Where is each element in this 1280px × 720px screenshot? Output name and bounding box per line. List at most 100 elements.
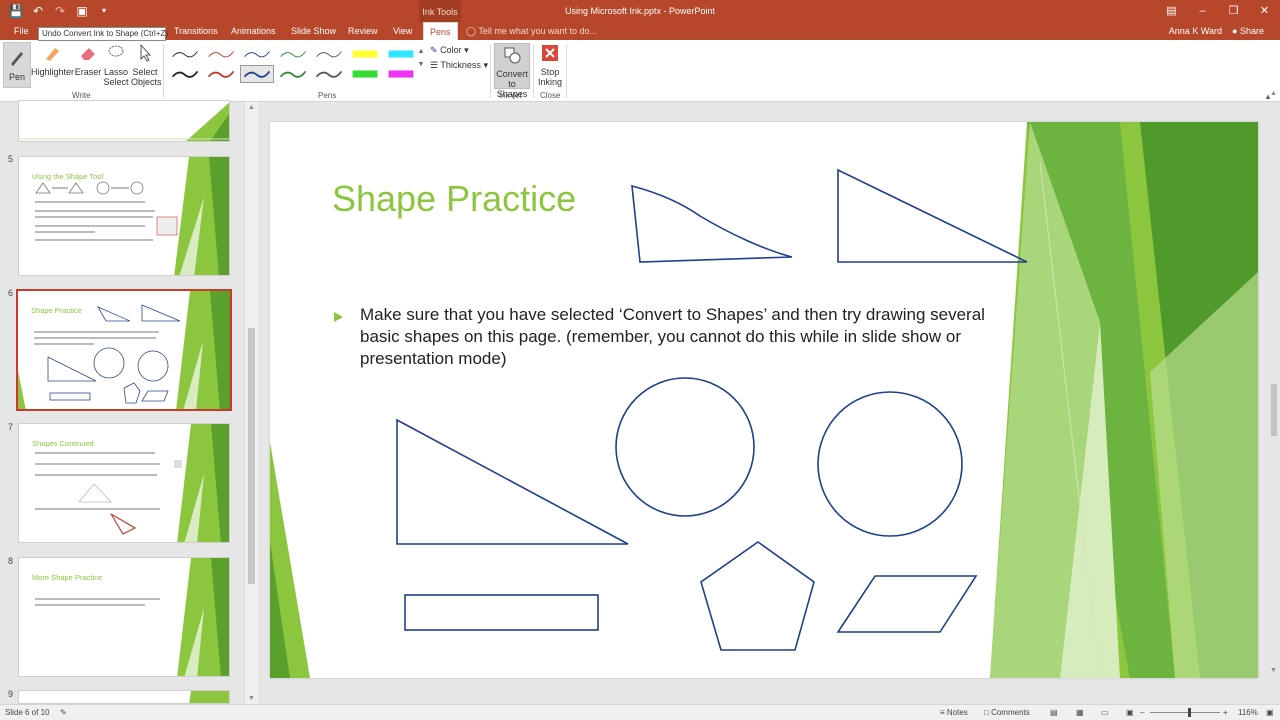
slide-show-icon[interactable]: ▣ xyxy=(1126,705,1134,720)
pen-swatch-green-thin[interactable] xyxy=(276,45,310,63)
customize-qat-icon[interactable]: ▾ xyxy=(96,3,112,19)
highlighter-swatch-green[interactable] xyxy=(348,65,382,83)
slide-thumbnail-8[interactable]: More Shape Practice xyxy=(18,557,230,677)
slide-thumbnail-9[interactable] xyxy=(18,690,230,704)
pen-gallery-scroll[interactable]: ▲ ▼ xyxy=(416,45,426,85)
pen-swatch-black-thick[interactable] xyxy=(168,65,202,83)
separator xyxy=(533,44,534,98)
spell-check-icon[interactable]: ✎ xyxy=(60,705,67,720)
highlighter-swatch-magenta[interactable] xyxy=(384,65,418,83)
tab-view[interactable]: View xyxy=(387,22,418,40)
ribbon-tabs: File Transitions Animations Slide Show R… xyxy=(0,22,1280,40)
text-line xyxy=(35,231,95,233)
stop-inking-label: Stop Inking xyxy=(537,67,563,87)
normal-view-icon[interactable]: ▤ xyxy=(1050,705,1058,720)
share-button[interactable]: ● Share xyxy=(1232,22,1264,40)
slide-thumbnail-graphic xyxy=(189,691,229,703)
save-icon[interactable]: 💾 xyxy=(8,3,24,19)
select-objects-button[interactable]: Select Objects xyxy=(131,43,162,87)
close-icon[interactable]: ✕ xyxy=(1249,0,1280,22)
stop-inking-button[interactable]: Stop Inking xyxy=(536,43,564,87)
slide-title[interactable]: Shape Practice xyxy=(332,178,576,220)
slide-bullet-text[interactable]: Make sure that you have selected ‘Conver… xyxy=(360,304,1010,370)
undo-icon[interactable]: ↶ xyxy=(30,3,46,19)
pen-button[interactable]: Pen xyxy=(3,42,31,88)
start-from-beginning-icon[interactable]: ▣ xyxy=(74,3,90,19)
zoom-out-icon[interactable]: – xyxy=(1140,705,1144,720)
lightbulb-icon: ◯ xyxy=(466,26,477,36)
pen-swatch-blue-thick-selected[interactable] xyxy=(240,65,274,83)
write-group-label: Write xyxy=(72,91,91,100)
pen-swatch-gray-thin[interactable] xyxy=(312,45,346,63)
ink-art-group-label: Ink Art xyxy=(499,91,522,100)
slide-thumbnail-6-selected[interactable]: Shape Practice xyxy=(16,289,232,411)
pen-swatch-gray-thick[interactable] xyxy=(312,65,346,83)
lasso-select-button[interactable]: Lasso Select xyxy=(102,43,130,87)
reading-view-icon[interactable]: ▭ xyxy=(1101,705,1109,720)
tab-transitions[interactable]: Transitions xyxy=(168,22,224,40)
slide-thumbnail-title: More Shape Practice xyxy=(32,573,103,582)
color-label: Color xyxy=(440,45,462,55)
pen-swatch-red-thick[interactable] xyxy=(204,65,238,83)
slide-counter[interactable]: Slide 6 of 10 xyxy=(5,705,49,720)
pen-swatch-black-thin[interactable] xyxy=(168,45,202,63)
scrollbar-thumb[interactable] xyxy=(248,328,255,584)
slide-number: 6 xyxy=(8,288,14,298)
slide-canvas[interactable]: Shape Practice Make sure that you have s… xyxy=(270,122,1258,678)
pen-swatch-green-thick[interactable] xyxy=(276,65,310,83)
scroll-down-icon[interactable]: ▼ xyxy=(248,695,255,702)
notes-button[interactable]: ≡ Notes xyxy=(940,705,968,720)
eraser-button[interactable]: Eraser xyxy=(74,43,102,77)
fit-to-window-icon[interactable]: ▣ xyxy=(1266,705,1274,720)
ribbon-display-options-icon[interactable]: ▤ xyxy=(1156,0,1187,22)
text-line xyxy=(35,508,160,510)
pen-swatch-red-thin[interactable] xyxy=(204,45,238,63)
tab-animations[interactable]: Animations xyxy=(225,22,282,40)
zoom-slider-track[interactable] xyxy=(1150,712,1220,713)
thickness-icon: ☰ xyxy=(430,60,439,70)
pen-swatch-blue-thin[interactable] xyxy=(240,45,274,63)
close-x-icon xyxy=(542,45,558,61)
zoom-level[interactable]: 116% xyxy=(1238,705,1258,720)
highlighter-swatch-yellow[interactable] xyxy=(348,45,382,63)
separator xyxy=(490,44,491,98)
scroll-down-icon[interactable]: ▼ xyxy=(418,61,425,68)
highlighter-button[interactable]: Highlighter xyxy=(31,43,74,77)
tab-file[interactable]: File xyxy=(8,22,35,40)
tab-slide-show[interactable]: Slide Show xyxy=(285,22,342,40)
tab-pens[interactable]: Pens xyxy=(423,22,458,40)
tell-me-search[interactable]: ◯ Tell me what you want to do... xyxy=(466,22,597,40)
slide-thumbnail-graphic xyxy=(19,102,229,141)
color-icon: ✎ xyxy=(430,45,438,55)
restore-icon[interactable]: ❐ xyxy=(1218,0,1249,22)
slide-thumbnail-title: Shapes Continued xyxy=(32,439,94,448)
slide-thumbnail-7[interactable]: Shapes Continued xyxy=(18,423,230,543)
scroll-up-icon[interactable]: ▲ xyxy=(1270,90,1277,97)
text-line xyxy=(35,210,155,212)
thumbnail-scrollbar[interactable]: ▲ ▼ xyxy=(244,102,258,704)
text-line xyxy=(34,337,156,339)
text-line xyxy=(35,239,153,241)
zoom-in-icon[interactable]: + xyxy=(1223,705,1228,720)
close-group-label: Close xyxy=(540,91,561,100)
title-bar: 💾 ↶ ↷ ▣ ▾ Using Microsoft Ink.pptx - Pow… xyxy=(0,0,1280,22)
comments-button[interactable]: □ Comments xyxy=(984,705,1030,720)
tab-review[interactable]: Review xyxy=(342,22,384,40)
minimize-icon[interactable]: – xyxy=(1187,0,1218,22)
text-line xyxy=(35,452,155,454)
scroll-up-icon[interactable]: ▲ xyxy=(418,48,425,55)
slide-thumbnail-4[interactable] xyxy=(18,100,230,142)
color-dropdown[interactable]: ✎ Color ▾ xyxy=(430,45,469,56)
slide-sorter-icon[interactable]: ▦ xyxy=(1076,705,1084,720)
scroll-down-icon[interactable]: ▼ xyxy=(1270,667,1277,674)
zoom-slider-handle[interactable] xyxy=(1188,708,1191,717)
scrollbar-thumb[interactable] xyxy=(1271,384,1277,436)
highlighter-swatch-cyan[interactable] xyxy=(384,45,418,63)
slide-thumbnail-5[interactable]: Using the Shape Tool xyxy=(18,156,230,276)
user-name[interactable]: Anna K Ward xyxy=(1169,22,1222,40)
scroll-up-icon[interactable]: ▲ xyxy=(248,104,255,111)
slide-thumbnail-title: Using the Shape Tool xyxy=(32,172,104,181)
thickness-dropdown[interactable]: ☰ Thickness ▾ xyxy=(430,60,488,71)
slide-scrollbar[interactable]: ▲ ▼ xyxy=(1268,90,1280,704)
redo-icon[interactable]: ↷ xyxy=(52,3,68,19)
